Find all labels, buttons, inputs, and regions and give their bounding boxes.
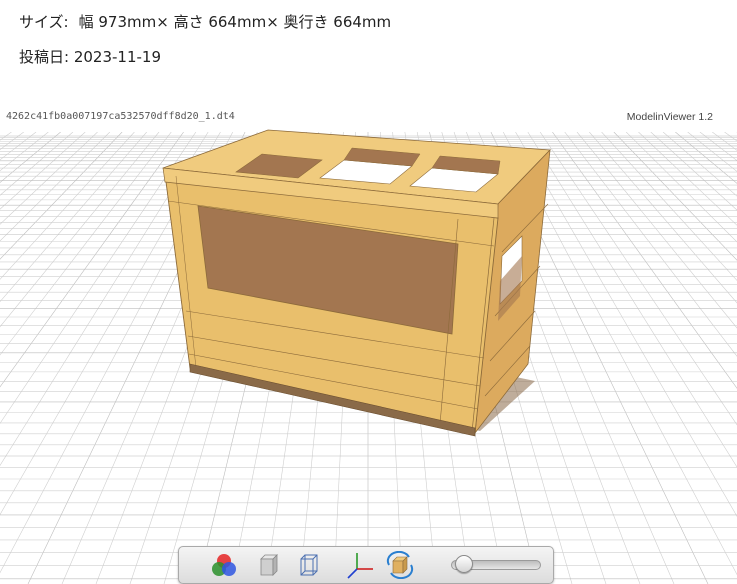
date-info: 投稿日: 2023-11-19 — [19, 46, 161, 67]
solid-view-icon[interactable] — [253, 551, 283, 579]
rotate-icon[interactable] — [385, 551, 415, 579]
file-name: 4262c41fb0a007197ca532570dff8d20_1.dt4 — [6, 111, 235, 122]
zoom-slider[interactable] — [451, 555, 541, 573]
size-value: 幅 973mm× 高さ 664mm× 奥行き 664mm — [78, 13, 392, 31]
size-info: サイズ: 幅 973mm× 高さ 664mm× 奥行き 664mm — [19, 11, 391, 32]
zoom-slider-thumb[interactable] — [454, 555, 473, 573]
viewer-canvas[interactable] — [0, 106, 737, 584]
model-viewer[interactable]: 4262c41fb0a007197ca532570dff8d20_1.dt4 M… — [0, 106, 737, 584]
viewer-toolbar — [178, 546, 554, 584]
crate-model — [162, 129, 551, 437]
axis-icon[interactable] — [345, 551, 375, 579]
color-mode-icon[interactable] — [209, 551, 239, 579]
wireframe-view-icon[interactable] — [293, 551, 323, 579]
date-value: 2023-11-19 — [73, 48, 162, 66]
size-label: サイズ: — [19, 13, 69, 31]
app-version: ModelinViewer 1.2 — [626, 111, 713, 123]
date-label: 投稿日: — [19, 48, 70, 66]
